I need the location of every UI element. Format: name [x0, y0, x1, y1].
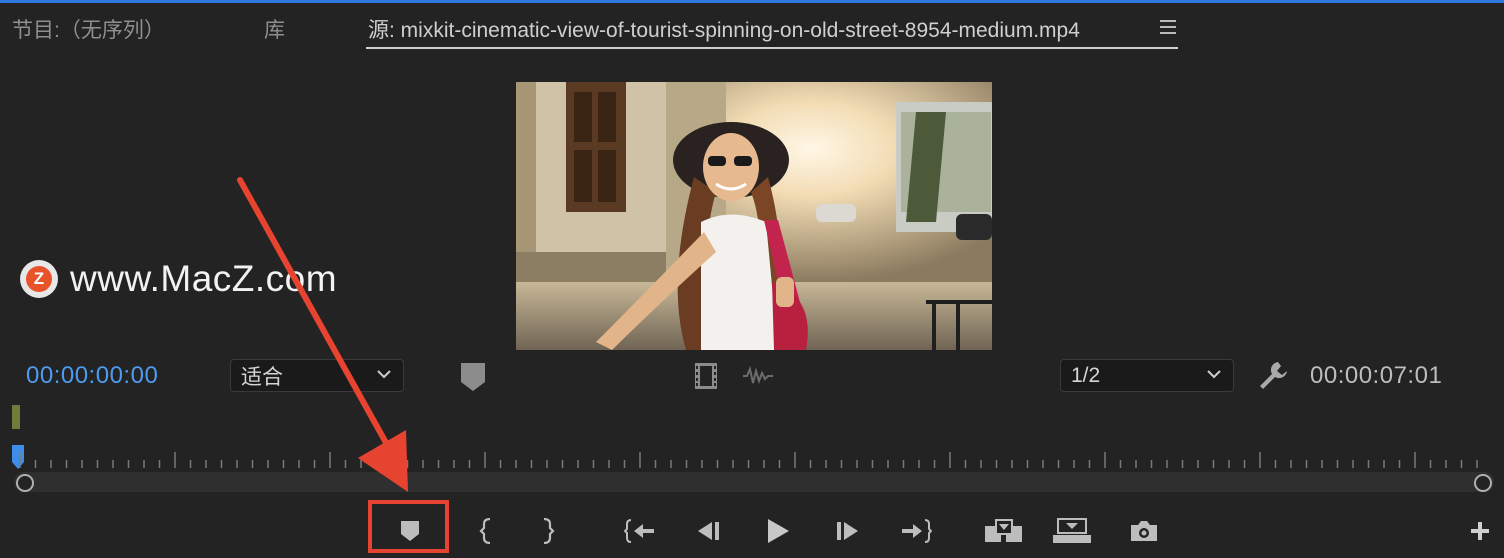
go-to-out-icon — [902, 519, 932, 543]
mark-in-button[interactable] — [466, 512, 506, 550]
marker-icon[interactable] — [460, 362, 486, 392]
annotation-arrow — [237, 177, 408, 492]
mark-in-icon — [479, 518, 491, 544]
panel-menu-icon[interactable] — [1160, 20, 1176, 34]
step-back-button[interactable] — [688, 512, 728, 550]
button-editor-add[interactable] — [1460, 512, 1500, 550]
tab-program[interactable]: 节目:（无序列） — [12, 14, 165, 44]
go-to-out-button[interactable] — [896, 512, 936, 550]
mark-out-button[interactable] — [528, 512, 568, 550]
mark-out-icon — [543, 518, 555, 544]
insert-button[interactable] — [984, 512, 1024, 550]
play-icon — [768, 519, 789, 543]
in-point-indicator — [12, 405, 20, 429]
tab-library[interactable]: 库 — [264, 14, 285, 44]
video-preview — [516, 82, 992, 350]
current-timecode[interactable]: 00:00:00:00 — [26, 362, 158, 390]
drag-video-only-icon[interactable] — [694, 362, 718, 390]
camera-icon — [1131, 521, 1157, 541]
insert-icon — [985, 519, 1022, 542]
chevron-down-icon — [1207, 370, 1221, 379]
step-forward-icon — [837, 522, 858, 540]
add-marker-button[interactable] — [390, 512, 430, 550]
overwrite-button[interactable] — [1052, 512, 1092, 550]
drag-audio-only-icon[interactable] — [742, 365, 774, 387]
active-tab-underline — [366, 47, 1178, 49]
overwrite-icon — [1053, 518, 1091, 543]
step-forward-button[interactable] — [828, 512, 868, 550]
playback-resolution-label: 1/2 — [1071, 363, 1101, 387]
play-button[interactable] — [758, 512, 798, 550]
export-frame-button[interactable] — [1124, 512, 1164, 550]
watermark-logo: Z — [20, 260, 58, 298]
plus-icon — [1471, 522, 1489, 540]
playback-resolution-dropdown[interactable]: 1/2 — [1060, 359, 1234, 392]
marker-icon — [401, 521, 419, 541]
panel-focus-bar — [0, 0, 1504, 3]
tab-source[interactable]: 源: mixkit-cinematic-view-of-tourist-spin… — [368, 14, 1080, 44]
wrench-settings-icon[interactable] — [1258, 360, 1288, 390]
navigator-right-handle[interactable] — [1474, 474, 1492, 492]
step-back-icon — [698, 522, 719, 540]
duration-timecode: 00:00:07:01 — [1310, 362, 1443, 389]
go-to-in-icon — [624, 519, 654, 543]
go-to-in-button[interactable] — [620, 512, 660, 550]
navigator-left-handle[interactable] — [16, 474, 34, 492]
